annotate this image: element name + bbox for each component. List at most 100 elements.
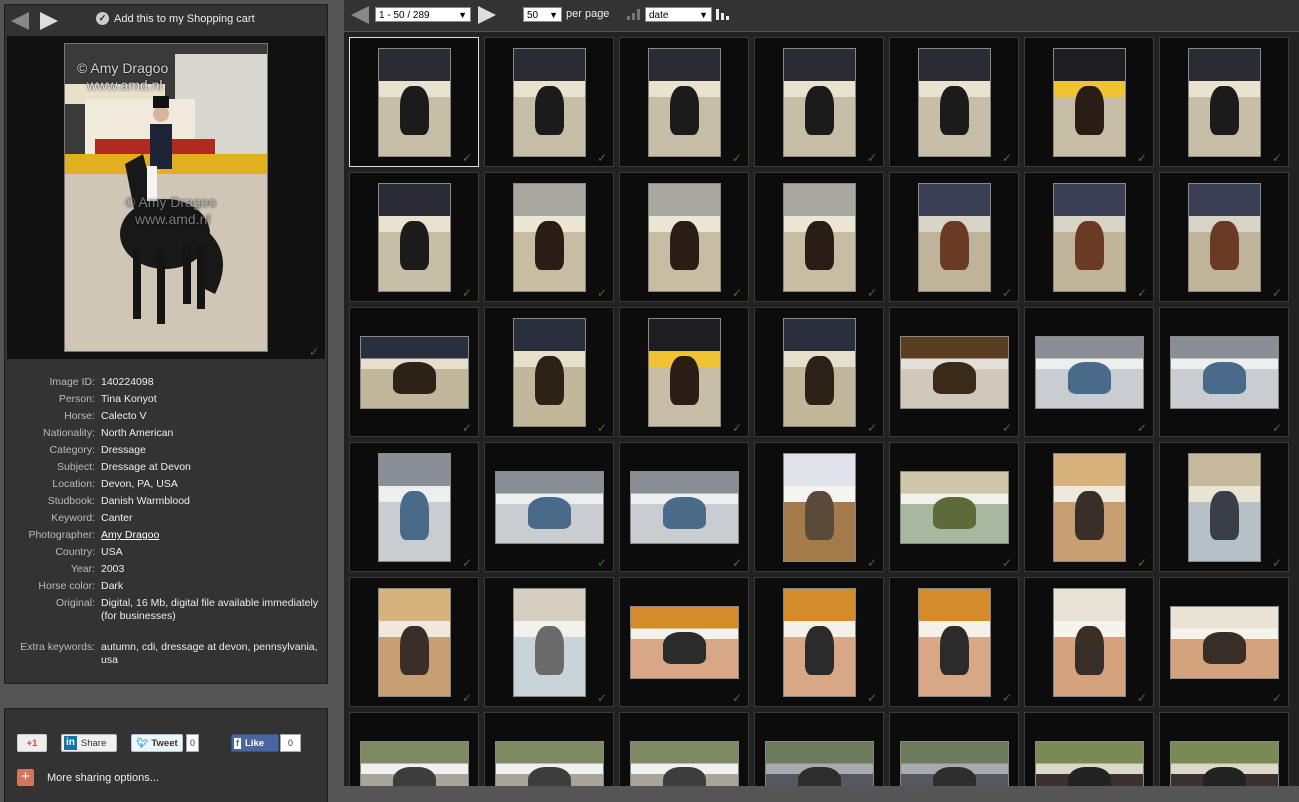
detail-value: Dressage at Devon [101,461,191,473]
thumbnail-cell[interactable]: ✓ [619,172,749,302]
thumbnail-cell[interactable]: ✓ [619,577,749,707]
more-sharing-options-link[interactable]: + More sharing options... [17,769,159,786]
thumbnail-cell[interactable]: ✓ [754,307,884,437]
per-page-select[interactable]: 50 ▼ [523,7,562,22]
thumbnail-cell[interactable] [754,712,884,786]
facebook-like-label: Like [245,737,265,749]
previous-page-icon[interactable] [351,6,369,24]
next-page-icon[interactable] [478,6,496,24]
sort-by-select[interactable]: date ▼ [645,7,712,22]
thumbnail-subject [933,766,976,786]
tweet-button[interactable]: 🐦︎ Tweet [131,734,183,752]
detail-value: North American [101,427,174,439]
google-plus-button[interactable]: +1 [17,734,47,752]
checkmark-icon: ✓ [1001,151,1012,165]
thumbnail-cell[interactable]: ✓ [754,172,884,302]
thumbnail-cell[interactable]: ✓ [754,577,884,707]
thumbnail-cell[interactable]: ✓ [349,37,479,167]
thumbnail-cell[interactable]: ✓ [619,442,749,572]
thumbnail-cell[interactable] [484,712,614,786]
thumbnail-cell[interactable]: ✓ [1159,37,1289,167]
thumbnail-image [1170,336,1279,409]
thumbnail-image [495,471,604,544]
thumbnail-image [1053,48,1126,157]
thumbnail-cell[interactable]: ✓ [1159,307,1289,437]
thumbnail-cell[interactable]: ✓ [1159,442,1289,572]
checkmark-icon: ✓ [866,421,877,435]
thumbnail-subject [933,496,976,529]
grid-toolbar: 1 - 50 / 289 ▼ 50 ▼ per page date ▼ [344,0,1299,31]
preview-photo[interactable]: © Amy Dragoo www.amd.nl © Amy Dragoo www… [64,43,268,352]
thumbnail-cell[interactable]: ✓ [889,307,1019,437]
next-image-icon[interactable] [40,12,58,30]
sort-descending-icon[interactable] [716,9,730,20]
thumbnail-cell[interactable]: ✓ [889,442,1019,572]
thumbnail-cell[interactable]: ✓ [484,37,614,167]
more-sharing-label: More sharing options... [47,771,159,784]
thumbnail-cell[interactable]: ✓ [889,172,1019,302]
thumbnail-subject [393,361,436,394]
thumbnail-cell[interactable]: ✓ [1024,577,1154,707]
thumbnail-subject [670,356,699,405]
thumbnail-image [630,606,739,679]
thumbnail-cell[interactable]: ✓ [1024,307,1154,437]
detail-label: Studbook: [47,495,95,507]
thumbnail-image [918,183,991,292]
checkmark-icon: ✓ [866,151,877,165]
thumbnail-cell[interactable]: ✓ [754,37,884,167]
thumbnail-cell[interactable] [889,712,1019,786]
facebook-like-button[interactable]: f Like [231,734,279,752]
thumbnail-cell[interactable]: ✓ [1024,442,1154,572]
thumbnail-subject [805,491,834,540]
thumbnail-image [1170,741,1279,786]
thumbnail-cell[interactable] [349,712,479,786]
thumbnail-cell[interactable]: ✓ [619,307,749,437]
google-plus-label: +1 [26,737,38,749]
thumbnail-cell[interactable]: ✓ [1159,172,1289,302]
sort-by-value: date [649,10,669,21]
thumbnail-image [1053,453,1126,562]
thumbnail-cell[interactable]: ✓ [889,577,1019,707]
linkedin-share-button[interactable]: in Share [61,734,117,752]
thumbnail-cell[interactable]: ✓ [619,37,749,167]
thumbnail-subject [670,86,699,135]
thumbnail-cell[interactable]: ✓ [484,577,614,707]
thumbnail-cell[interactable]: ✓ [484,442,614,572]
page-range-select[interactable]: 1 - 50 / 289 ▼ [375,7,471,22]
thumbnail-subject [400,626,429,675]
thumbnail-cell[interactable]: ✓ [484,307,614,437]
thumbnail-image [783,183,856,292]
thumbnail-cell[interactable]: ✓ [349,172,479,302]
image-detail-panel: ✓ Add this to my Shopping cart © Amy Dra… [4,4,328,684]
previous-image-icon[interactable] [11,12,29,30]
thumbnail-image [378,48,451,157]
checkmark-icon: ✓ [596,286,607,300]
checkmark-icon: ✓ [1271,421,1282,435]
thumbnail-cell[interactable] [1024,712,1154,786]
plus-icon: + [17,769,34,786]
thumbnail-cell[interactable]: ✓ [484,172,614,302]
thumbnail-subject [528,496,571,529]
photographer-link[interactable]: Amy Dragoo [101,529,327,542]
per-page-label: per page [566,8,610,20]
thumbnail-cell[interactable]: ✓ [1024,172,1154,302]
thumbnail-image [1035,741,1144,786]
thumbnail-cell[interactable] [619,712,749,786]
thumbnail-cell[interactable]: ✓ [1024,37,1154,167]
add-to-cart-button[interactable]: ✓ Add this to my Shopping cart [96,12,255,25]
linkedin-label: Share [80,737,107,749]
thumbnail-cell[interactable] [1159,712,1289,786]
thumbnail-cell[interactable]: ✓ [349,577,479,707]
detail-value: Dark [101,580,124,592]
checkmark-icon: ✓ [461,286,472,300]
checkmark-icon: ✓ [731,421,742,435]
thumbnail-cell[interactable]: ✓ [349,307,479,437]
thumbnail-cell[interactable]: ✓ [349,442,479,572]
thumbnail-subject [1075,221,1104,270]
thumbnail-cell[interactable]: ✓ [889,37,1019,167]
thumbnail-cell[interactable]: ✓ [754,442,884,572]
per-page-value: 50 [527,10,539,21]
checkmark-icon: ✓ [461,691,472,705]
sort-ascending-icon[interactable] [627,9,641,20]
thumbnail-cell[interactable]: ✓ [1159,577,1289,707]
